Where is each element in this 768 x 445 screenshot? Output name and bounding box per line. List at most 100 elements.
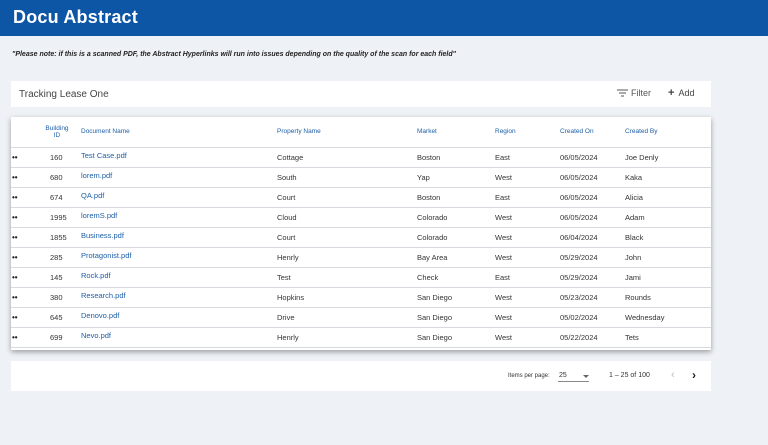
created-by-cell: Wednesday (625, 307, 711, 328)
list-header-card: Tracking Lease One Filter + Add (11, 81, 711, 107)
created-on-cell: 06/05/2024 (560, 147, 625, 168)
row-menu-icon[interactable]: •• (11, 307, 33, 328)
document-name-link[interactable]: Test Case.pdf (81, 147, 277, 168)
column-header-region[interactable]: Region (495, 117, 560, 148)
row-menu-icon[interactable]: •• (11, 147, 33, 168)
column-header-property-name[interactable]: Property Name (277, 117, 417, 148)
column-header-document-name[interactable]: Document Name (81, 117, 277, 148)
created-on-cell: 05/29/2024 (560, 247, 625, 268)
items-per-page-select[interactable]: 25 (558, 370, 589, 382)
pagination-bar: Items per page: 25 1 – 25 of 100 ‹ › (11, 361, 711, 391)
row-menu-icon[interactable]: •• (11, 287, 33, 308)
table-row[interactable]: •• 160 Test Case.pdf Cottage Boston East 06/05… (11, 147, 711, 168)
scan-quality-note: "Please note: if this is a scanned PDF, … (12, 51, 456, 58)
row-menu-icon[interactable]: •• (11, 207, 33, 228)
created-by-cell: Kaka (625, 167, 711, 188)
document-name-text[interactable]: Test Case.pdf (81, 151, 127, 160)
row-menu-icon[interactable]: •• (11, 187, 33, 208)
property-name-cell: South (277, 167, 417, 188)
filter-button[interactable]: Filter (617, 88, 651, 98)
document-name-link[interactable]: Nevo.pdf (81, 327, 277, 348)
filter-label: Filter (631, 88, 651, 98)
created-on-cell: 05/29/2024 (560, 267, 625, 288)
property-name-cell: Hopkins (277, 287, 417, 308)
documents-table: Building ID Document Name Property Name … (11, 117, 711, 348)
row-menu-icon[interactable]: •• (11, 227, 33, 248)
document-name-text[interactable]: Research.pdf (81, 291, 126, 300)
row-menu-icon[interactable]: •• (11, 167, 33, 188)
building-id-cell: 680 (33, 167, 81, 188)
column-header-market[interactable]: Market (417, 117, 495, 148)
created-on-cell: 05/23/2024 (560, 287, 625, 308)
table-row[interactable]: •• 145 Rock.pdf Test Check East 05/29/2024 Jami (11, 267, 711, 288)
building-id-cell: 145 (33, 267, 81, 288)
table-row[interactable]: •• 1995 loremS.pdf Cloud Colorado West 06/05/2… (11, 207, 711, 228)
document-name-link[interactable]: Denovo.pdf (81, 307, 277, 328)
document-name-link[interactable]: Protagonist.pdf (81, 247, 277, 268)
row-menu-header (11, 117, 33, 148)
document-name-link[interactable]: Business.pdf (81, 227, 277, 248)
property-name-cell: Henrly (277, 247, 417, 268)
document-name-link[interactable]: loremS.pdf (81, 207, 277, 228)
column-header-created-on[interactable]: Created On (560, 117, 625, 148)
property-name-cell: Court (277, 187, 417, 208)
market-cell: San Diego (417, 287, 495, 308)
created-on-cell: 06/04/2024 (560, 227, 625, 248)
building-id-cell: 674 (33, 187, 81, 208)
building-id-cell: 645 (33, 307, 81, 328)
document-name-link[interactable]: lorem.pdf (81, 167, 277, 188)
document-name-text[interactable]: Nevo.pdf (81, 331, 111, 340)
table-row[interactable]: •• 699 Nevo.pdf Henrly San Diego West 05/22/20… (11, 327, 711, 348)
document-name-text[interactable]: loremS.pdf (81, 211, 117, 220)
document-name-text[interactable]: Protagonist.pdf (81, 251, 131, 260)
created-by-cell: Black (625, 227, 711, 248)
add-button[interactable]: + Add (668, 87, 695, 98)
document-name-link[interactable]: QA.pdf (81, 187, 277, 208)
document-name-link[interactable]: Rock.pdf (81, 267, 277, 288)
building-id-cell: 160 (33, 147, 81, 168)
created-on-cell: 06/05/2024 (560, 167, 625, 188)
building-id-cell: 1995 (33, 207, 81, 228)
row-menu-icon[interactable]: •• (11, 267, 33, 288)
documents-table-card: Building ID Document Name Property Name … (11, 117, 711, 350)
chevron-left-icon[interactable]: ‹ (671, 369, 675, 381)
column-header-building-id[interactable]: Building ID (33, 117, 81, 148)
market-cell: Boston (417, 147, 495, 168)
table-row[interactable]: •• 1855 Business.pdf Court Colorado West 06/04… (11, 227, 711, 248)
table-header-row: Building ID Document Name Property Name … (11, 117, 711, 148)
region-cell: East (495, 147, 560, 168)
chevron-right-icon[interactable]: › (692, 368, 696, 382)
document-name-text[interactable]: Business.pdf (81, 231, 124, 240)
table-row[interactable]: •• 680 lorem.pdf South Yap West 06/05/2024 Kaka (11, 167, 711, 188)
row-menu-icon[interactable]: •• (11, 247, 33, 268)
document-name-text[interactable]: Rock.pdf (81, 271, 111, 280)
created-on-cell: 05/02/2024 (560, 307, 625, 328)
created-by-cell: Alicia (625, 187, 711, 208)
region-cell: East (495, 267, 560, 288)
property-name-cell: Henrly (277, 327, 417, 348)
table-row[interactable]: •• 285 Protagonist.pdf Henrly Bay Area West 05… (11, 247, 711, 268)
region-cell: West (495, 327, 560, 348)
region-cell: West (495, 247, 560, 268)
table-row[interactable]: •• 674 QA.pdf Court Boston East 06/05/2024 Alic… (11, 187, 711, 208)
column-header-created-by[interactable]: Created By (625, 117, 711, 148)
document-name-text[interactable]: lorem.pdf (81, 171, 112, 180)
document-name-text[interactable]: QA.pdf (81, 191, 104, 200)
table-row[interactable]: •• 380 Research.pdf Hopkins San Diego West 05/… (11, 287, 711, 308)
property-name-cell: Cottage (277, 147, 417, 168)
created-by-cell: Joe Denly (625, 147, 711, 168)
market-cell: Check (417, 267, 495, 288)
property-name-cell: Court (277, 227, 417, 248)
market-cell: San Diego (417, 327, 495, 348)
document-name-link[interactable]: Research.pdf (81, 287, 277, 308)
items-per-page-label: Items per page: (508, 373, 550, 379)
page-range-label: 1 – 25 of 100 (609, 372, 650, 379)
add-label: Add (678, 88, 695, 98)
building-id-cell: 380 (33, 287, 81, 308)
row-menu-icon[interactable]: •• (11, 327, 33, 348)
property-name-cell: Drive (277, 307, 417, 328)
table-row[interactable]: •• 645 Denovo.pdf Drive San Diego West 05/02/2… (11, 307, 711, 328)
region-cell: West (495, 227, 560, 248)
created-by-cell: Tets (625, 327, 711, 348)
document-name-text[interactable]: Denovo.pdf (81, 311, 119, 320)
